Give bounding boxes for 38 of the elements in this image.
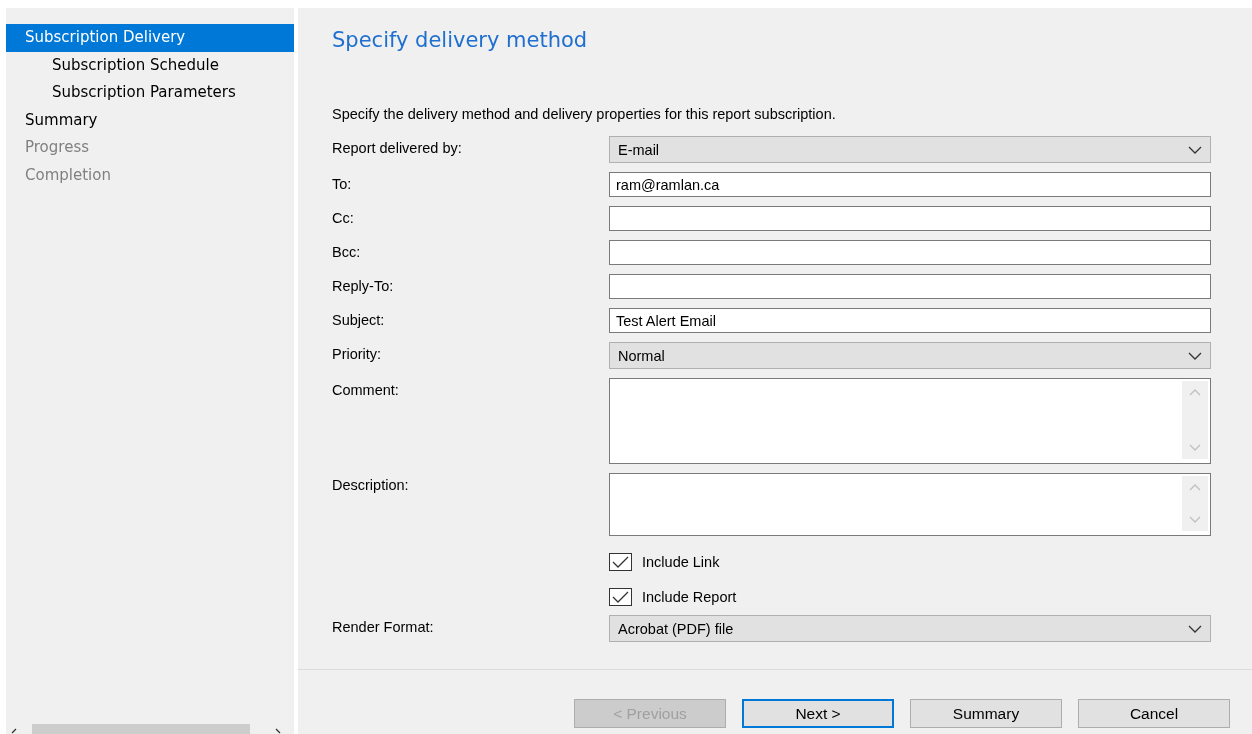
field-label: Reply-To:	[332, 277, 395, 294]
input-field[interactable]	[609, 206, 1211, 231]
dropdown[interactable]: Acrobat (PDF) file	[609, 615, 1211, 642]
field-label: Comment:	[332, 381, 400, 398]
field-label: Cc:	[332, 209, 355, 226]
instruction-text: Specify the delivery method and delivery properties for this report subscription.	[332, 106, 837, 122]
wizard-step[interactable]: Subscription Delivery	[6, 24, 294, 52]
field-label: Bcc:	[332, 243, 362, 260]
wizard-step[interactable]: Summary	[6, 106, 294, 134]
chevron-down-icon	[1188, 351, 1202, 360]
input-field[interactable]: Test Alert Email	[609, 308, 1211, 333]
wizard-button[interactable]: Summary	[910, 699, 1062, 728]
checkbox[interactable]	[609, 588, 632, 606]
page-title: Specify delivery method	[332, 28, 589, 52]
wizard-button[interactable]: Cancel	[1078, 699, 1230, 728]
field-label: To:	[332, 175, 353, 192]
text-area[interactable]	[609, 378, 1211, 464]
chevron-down-icon	[1188, 145, 1202, 154]
vertical-scrollbar[interactable]	[1182, 381, 1208, 459]
field-label: Report delivered by:	[332, 139, 463, 156]
input-field[interactable]	[609, 274, 1211, 299]
dropdown[interactable]: Normal	[609, 342, 1211, 369]
chevron-down-icon	[1188, 624, 1202, 633]
field-label: Render Format:	[332, 618, 435, 635]
field-label: Subject:	[332, 311, 386, 328]
field-label: Description:	[332, 476, 410, 493]
wizard-step[interactable]: Subscription Parameters	[6, 79, 294, 107]
checkbox[interactable]	[609, 553, 632, 571]
vertical-scrollbar[interactable]	[1182, 476, 1208, 531]
input-field[interactable]: ram@ramlan.ca	[609, 172, 1211, 197]
input-field[interactable]	[609, 240, 1211, 265]
wizard-step[interactable]: Subscription Schedule	[6, 51, 294, 79]
field-label: Priority:	[332, 345, 383, 362]
wizard-button[interactable]: Next >	[742, 699, 894, 728]
dropdown[interactable]: E-mail	[609, 136, 1211, 163]
checkbox-label: Include Report	[642, 589, 737, 605]
checkbox-label: Include Link	[642, 554, 720, 570]
text-area[interactable]	[609, 473, 1211, 536]
